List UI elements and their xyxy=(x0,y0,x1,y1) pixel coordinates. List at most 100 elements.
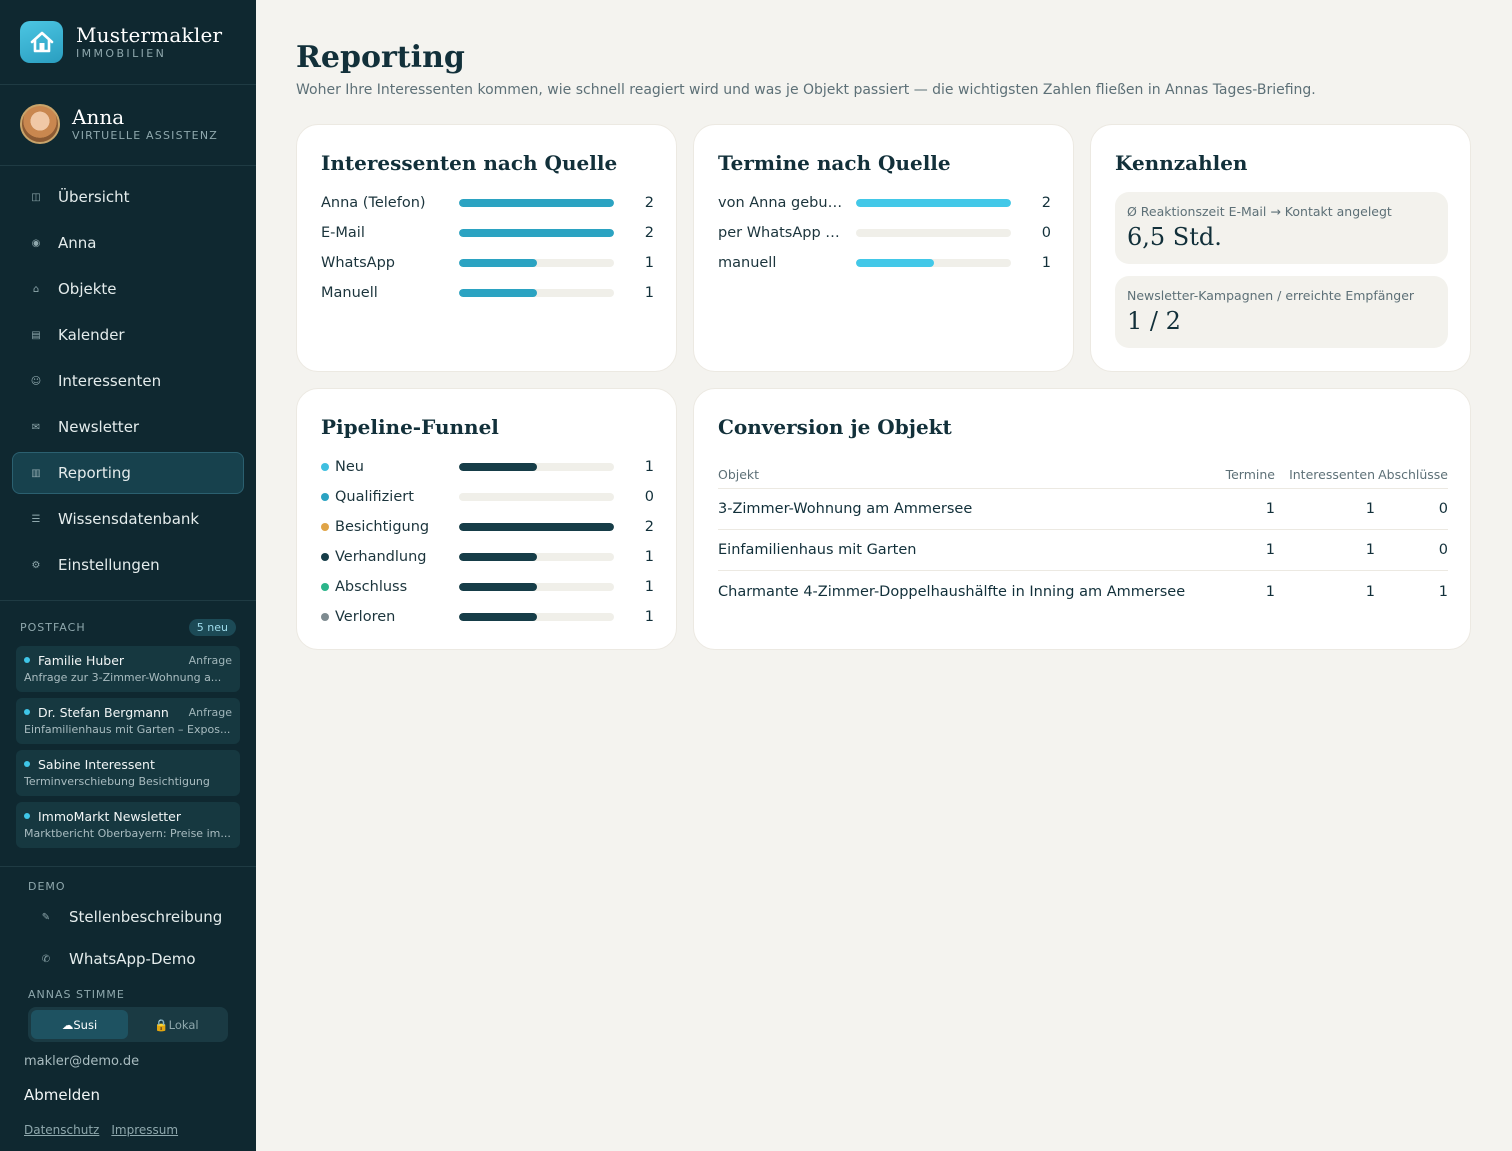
stage-dot-icon xyxy=(321,553,329,561)
nav-item-kalender[interactable]: ▤ Kalender xyxy=(12,314,244,356)
mail-item[interactable]: Familie Huber Anfrage Anfrage zur 3-Zimme… xyxy=(16,646,240,692)
bar-value: 1 xyxy=(644,285,654,301)
mail-subject: Terminverschiebung Besichtigung xyxy=(24,775,210,788)
bar-value: 2 xyxy=(644,195,654,211)
nav-item-einstellungen[interactable]: ⚙ Einstellungen xyxy=(12,544,244,586)
bar-row: WhatsApp 1 xyxy=(321,253,654,273)
nav-label: Übersicht xyxy=(58,188,130,206)
voice-toggle: ☁Susi 🔒Lokal xyxy=(28,1007,228,1042)
bar-label: Anna (Telefon) xyxy=(321,195,426,211)
bar-label: Neu xyxy=(335,459,364,475)
table-row[interactable]: Charmante 4-Zimmer-Doppelhaushälfte in I… xyxy=(718,571,1448,612)
unread-badge: 5 neu xyxy=(188,618,236,636)
demo-item-stellenbeschreibung[interactable]: ✎ Stellenbeschreibung xyxy=(40,903,223,931)
funnel-row: Abschluss 1 xyxy=(321,577,654,597)
bar-track xyxy=(856,229,1011,237)
bar-row: von Anna gebucht 2 xyxy=(718,193,1051,213)
nav-item-interessenten[interactable]: ☺ Interessenten xyxy=(12,360,244,402)
table-row[interactable]: 3-Zimmer-Wohnung am Ammersee 1 1 0 xyxy=(718,489,1448,530)
nav-item-anna[interactable]: ◉ Anna xyxy=(12,222,244,264)
card-title: Interessenten nach Quelle xyxy=(321,151,618,175)
profile-name: Anna xyxy=(72,105,125,129)
nav-label: Wissensdatenbank xyxy=(58,510,200,528)
bar-label: WhatsApp xyxy=(321,255,395,271)
table-header: Objekt Termine Interessenten Abschlüsse xyxy=(718,460,1448,489)
mail-subject: Marktbericht Oberbayern: Preise im... xyxy=(24,827,231,840)
divider xyxy=(0,866,256,867)
postfach-title: POSTFACH xyxy=(20,620,86,634)
funnel-row: Besichtigung 2 xyxy=(321,517,654,537)
card-title: Kennzahlen xyxy=(1115,151,1248,175)
funnel-row: Verhandlung 1 xyxy=(321,547,654,567)
cell-abschluesse: 0 xyxy=(1438,501,1448,517)
mail-item[interactable]: ImmoMarkt Newsletter Marktbericht Oberba… xyxy=(16,802,240,848)
nav-item-wissensdatenbank[interactable]: ☰ Wissensdatenbank xyxy=(12,498,244,540)
profile-role: VIRTUELLE ASSISTENZ xyxy=(72,129,218,142)
bar-row: per WhatsApp d... 0 xyxy=(718,223,1051,243)
brand[interactable]: Mustermakler IMMOBILIEN xyxy=(20,21,222,63)
demo-item-whatsapp[interactable]: ✆ WhatsApp-Demo xyxy=(40,945,196,973)
bar-track xyxy=(459,199,614,207)
impressum-link[interactable]: Impressum xyxy=(111,1123,178,1137)
bar-fill xyxy=(459,229,614,237)
nav-label: Einstellungen xyxy=(58,556,160,574)
house-icon: ⌂ xyxy=(32,283,40,295)
mail-subject: Anfrage zur 3-Zimmer-Wohnung a... xyxy=(24,671,222,684)
nav-item-reporting[interactable]: ▥ Reporting xyxy=(12,452,244,494)
assistant-profile[interactable]: Anna VIRTUELLE ASSISTENZ xyxy=(20,104,218,144)
divider xyxy=(0,84,256,85)
cell-interessenten: 1 xyxy=(1365,542,1375,558)
cell-termine: 1 xyxy=(1265,501,1275,517)
bar-label: manuell xyxy=(718,255,777,271)
nav-item-newsletter[interactable]: ✉ Newsletter xyxy=(12,406,244,448)
card-pipeline-funnel: Pipeline-Funnel Neu 1 Qualifiziert 0 Besic… xyxy=(296,388,677,650)
col-header-objekt: Objekt xyxy=(718,466,760,482)
voice-option-lokal[interactable]: 🔒Lokal xyxy=(128,1010,225,1039)
conversion-table: Objekt Termine Interessenten Abschlüsse … xyxy=(718,460,1448,612)
nav-item-uebersicht[interactable]: ◫ Übersicht xyxy=(12,176,244,218)
unread-dot-icon xyxy=(24,761,30,767)
nav-item-objekte[interactable]: ⌂ Objekte xyxy=(12,268,244,310)
card-conversion-objekt: Conversion je Objekt Objekt Termine Inte… xyxy=(693,388,1471,650)
bar-fill xyxy=(856,199,1011,207)
datenschutz-link[interactable]: Datenschutz xyxy=(24,1123,99,1137)
bar-value: 0 xyxy=(644,489,654,505)
bar-value: 1 xyxy=(644,579,654,595)
bar-track xyxy=(856,259,1011,267)
mail-item[interactable]: Sabine Interessent Terminverschiebung Be… xyxy=(16,750,240,796)
bar-value: 2 xyxy=(1041,195,1051,211)
voice-option-susi[interactable]: ☁Susi xyxy=(31,1010,128,1039)
col-header-termine: Termine xyxy=(1225,466,1275,482)
bar-row: Anna (Telefon) 2 xyxy=(321,193,654,213)
card-kennzahlen: Kennzahlen Ø Reaktionszeit E-Mail → Kont… xyxy=(1090,124,1471,372)
bar-track xyxy=(459,583,614,591)
card-interessenten-quelle: Interessenten nach Quelle Anna (Telefon)… xyxy=(296,124,677,372)
cell-objekt: Charmante 4-Zimmer-Doppelhaushälfte in I… xyxy=(718,583,1186,600)
unread-dot-icon xyxy=(24,657,30,663)
main-nav: ◫ Übersicht ◉ Anna ⌂ Objekte ▤ Kalender ☺ Int… xyxy=(12,176,244,590)
bar-fill xyxy=(459,553,537,561)
bar-fill xyxy=(459,289,537,297)
mail-item[interactable]: Dr. Stefan Bergmann Anfrage Einfamilienha… xyxy=(16,698,240,744)
bar-label: Verloren xyxy=(335,609,396,625)
user-email: makler@demo.de xyxy=(24,1054,140,1069)
demo-label: Stellenbeschreibung xyxy=(69,908,223,926)
funnel-row: Neu 1 xyxy=(321,457,654,477)
bar-label: per WhatsApp d... xyxy=(718,225,848,241)
logout-button[interactable]: Abmelden xyxy=(24,1086,100,1104)
list-icon: ☰ xyxy=(31,513,41,525)
nav-label: Newsletter xyxy=(58,418,140,436)
bar-fill xyxy=(459,583,537,591)
cell-objekt: 3-Zimmer-Wohnung am Ammersee xyxy=(718,501,973,517)
stage-dot-icon xyxy=(321,523,329,531)
mail-list: Familie Huber Anfrage Anfrage zur 3-Zimme… xyxy=(16,646,240,854)
circle-icon: ◉ xyxy=(31,237,41,249)
bar-track xyxy=(856,199,1011,207)
bar-fill xyxy=(459,199,614,207)
table-row[interactable]: Einfamilienhaus mit Garten 1 1 0 xyxy=(718,530,1448,571)
bar-fill xyxy=(459,613,537,621)
pencil-icon: ✎ xyxy=(41,911,51,923)
brand-name: Mustermakler xyxy=(76,23,223,47)
bar-chart-icon: ▥ xyxy=(31,467,41,479)
kpi-label: Newsletter-Kampagnen / erreichte Empfäng… xyxy=(1127,288,1415,303)
